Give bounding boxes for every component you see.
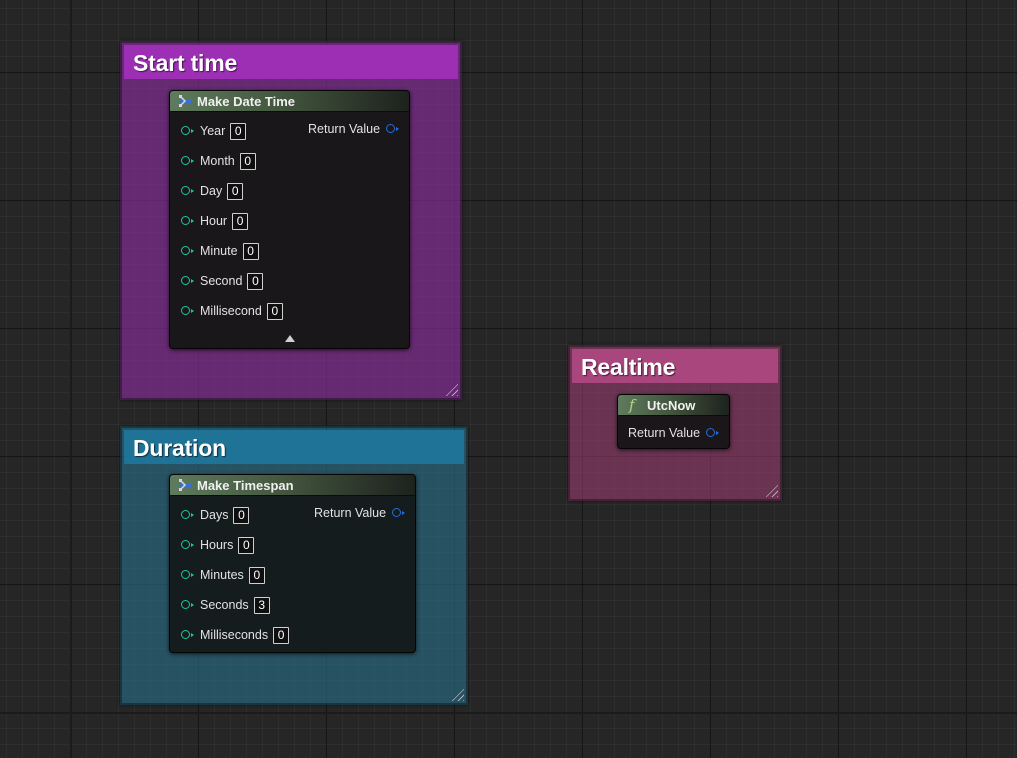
return-value-label: Return Value — [628, 426, 701, 440]
year-pin-row[interactable]: Year 0 — [181, 121, 247, 141]
input-pin-icon[interactable] — [181, 156, 194, 166]
struct-make-icon — [179, 479, 191, 491]
hours-pin-row[interactable]: Hours 0 — [181, 535, 255, 555]
node-header[interactable]: Make Timespan — [170, 475, 415, 496]
month-value-field[interactable]: 0 — [239, 152, 256, 170]
hour-pin-row[interactable]: Hour 0 — [181, 211, 249, 231]
comment-title-duration[interactable]: Duration — [124, 430, 464, 464]
input-pin-icon[interactable] — [181, 540, 194, 550]
days-pin-row[interactable]: Days 0 — [181, 505, 250, 525]
pin-label: Month — [200, 154, 235, 168]
function-icon: f — [629, 396, 635, 414]
pin-label: Milliseconds — [200, 628, 269, 642]
comment-resize-handle[interactable] — [764, 483, 778, 497]
days-value-field[interactable]: 0 — [233, 506, 250, 524]
millisecond-value-field[interactable]: 0 — [266, 302, 283, 320]
comment-title-realtime[interactable]: Realtime — [572, 349, 778, 383]
milliseconds-value-field[interactable]: 0 — [273, 626, 290, 644]
minute-value-field[interactable]: 0 — [242, 242, 259, 260]
triangle-up-icon[interactable] — [285, 335, 295, 342]
pin-label: Year — [200, 124, 226, 138]
output-pin-icon[interactable] — [386, 124, 400, 134]
pin-label: Seconds — [200, 598, 249, 612]
pin-label: Minute — [200, 244, 238, 258]
make-date-time-node[interactable]: Make Date Time Return Value Year 0 Month… — [169, 90, 410, 349]
comment-resize-handle[interactable] — [450, 687, 464, 701]
input-pin-icon[interactable] — [181, 276, 194, 286]
millisecond-pin-row[interactable]: Millisecond 0 — [181, 301, 283, 321]
input-pin-icon[interactable] — [181, 306, 194, 316]
input-pin-icon[interactable] — [181, 186, 194, 196]
struct-make-icon — [179, 95, 191, 107]
day-value-field[interactable]: 0 — [227, 182, 244, 200]
utc-now-node[interactable]: f UtcNow Return Value — [617, 394, 730, 449]
node-title: Make Date Time — [197, 94, 296, 109]
minutes-pin-row[interactable]: Minutes 0 — [181, 565, 265, 585]
input-pin-icon[interactable] — [181, 216, 194, 226]
input-pin-icon[interactable] — [181, 126, 194, 136]
input-pin-icon[interactable] — [181, 246, 194, 256]
pin-label: Minutes — [200, 568, 244, 582]
output-pin-icon[interactable] — [706, 428, 720, 438]
input-pin-icon[interactable] — [181, 510, 194, 520]
pin-label: Second — [200, 274, 243, 288]
node-title: UtcNow — [647, 398, 696, 413]
pin-label: Millisecond — [200, 304, 262, 318]
seconds-value-field[interactable]: 3 — [253, 596, 270, 614]
return-value-pin-row[interactable]: Return Value — [314, 503, 406, 523]
second-pin-row[interactable]: Second 0 — [181, 271, 264, 291]
comment-resize-handle[interactable] — [444, 382, 458, 396]
year-value-field[interactable]: 0 — [230, 122, 247, 140]
return-value-label: Return Value — [314, 506, 387, 520]
output-pin-icon[interactable] — [392, 508, 406, 518]
seconds-pin-row[interactable]: Seconds 3 — [181, 595, 270, 615]
day-pin-row[interactable]: Day 0 — [181, 181, 244, 201]
return-value-pin-row[interactable]: Return Value — [308, 119, 400, 139]
return-value-label: Return Value — [308, 122, 381, 136]
node-header[interactable]: Make Date Time — [170, 91, 409, 112]
pin-label: Days — [200, 508, 229, 522]
node-title: Make Timespan — [197, 478, 294, 493]
milliseconds-pin-row[interactable]: Milliseconds 0 — [181, 625, 290, 645]
node-header[interactable]: f UtcNow — [618, 395, 729, 416]
month-pin-row[interactable]: Month 0 — [181, 151, 256, 171]
minute-pin-row[interactable]: Minute 0 — [181, 241, 259, 261]
minutes-value-field[interactable]: 0 — [248, 566, 265, 584]
input-pin-icon[interactable] — [181, 570, 194, 580]
hour-value-field[interactable]: 0 — [232, 212, 249, 230]
pin-label: Hour — [200, 214, 228, 228]
input-pin-icon[interactable] — [181, 630, 194, 640]
input-pin-icon[interactable] — [181, 600, 194, 610]
hours-value-field[interactable]: 0 — [238, 536, 255, 554]
make-timespan-node[interactable]: Make Timespan Return Value Days 0 Hours … — [169, 474, 416, 653]
second-value-field[interactable]: 0 — [247, 272, 264, 290]
pin-label: Day — [200, 184, 223, 198]
pin-label: Hours — [200, 538, 234, 552]
comment-title-start-time[interactable]: Start time — [124, 45, 458, 79]
return-value-pin-row[interactable]: Return Value — [628, 423, 720, 443]
